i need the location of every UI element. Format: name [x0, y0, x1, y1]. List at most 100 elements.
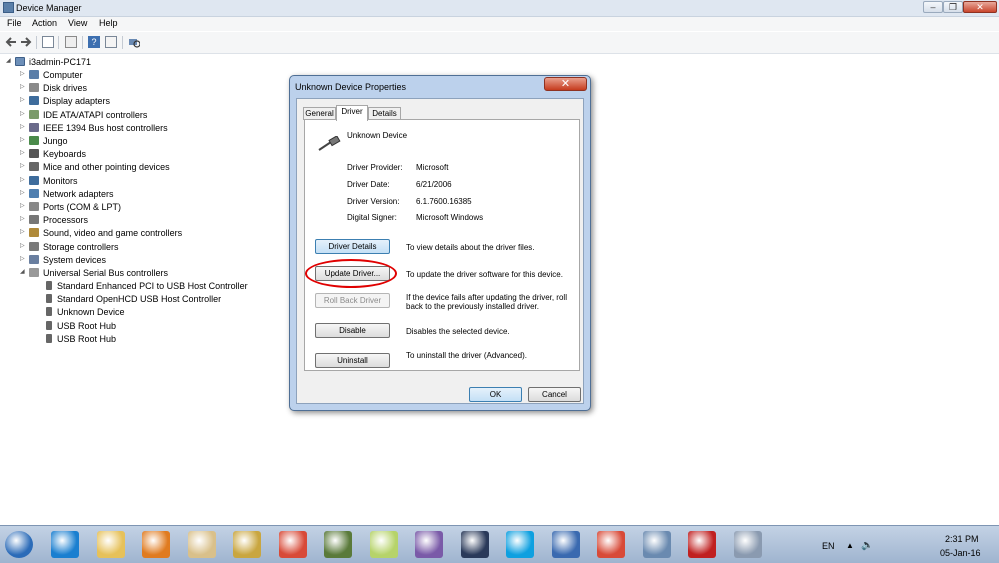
- back-arrow-icon[interactable]: [5, 36, 17, 48]
- menu-action[interactable]: Action: [32, 18, 57, 28]
- folder-icon[interactable]: [369, 531, 398, 558]
- expand-arrow-icon[interactable]: ▷: [20, 176, 28, 183]
- usb-device-icon: [46, 281, 52, 290]
- help-icon[interactable]: ?: [88, 36, 100, 48]
- usb-plug-icon: [318, 136, 341, 151]
- clock-time[interactable]: 2:31 PM: [945, 534, 979, 544]
- taskbar: EN ▲ 🔈 2:31 PM 05-Jan-16: [0, 525, 999, 563]
- roll-back-desc-line1: If the device fails after updating the d…: [406, 293, 567, 302]
- expand-arrow-icon[interactable]: ▷: [20, 202, 28, 209]
- menu-bar: File Action View Help: [0, 17, 999, 31]
- ok-button[interactable]: OK: [469, 387, 522, 402]
- console-tree-icon[interactable]: [42, 36, 54, 48]
- uninstall-desc: To uninstall the driver (Advanced).: [406, 351, 527, 360]
- usb-device-icon: [46, 294, 52, 304]
- expand-arrow-icon[interactable]: ▷: [20, 96, 28, 103]
- driver-date-label: Driver Date:: [347, 180, 390, 189]
- roll-back-driver-button[interactable]: Roll Back Driver: [315, 293, 390, 308]
- expand-arrow-icon[interactable]: ▷: [20, 162, 28, 169]
- usb-device-icon: [46, 333, 52, 343]
- menu-file[interactable]: File: [7, 18, 22, 28]
- control-panel-icon[interactable]: [642, 531, 671, 558]
- device-category-icon: [29, 268, 39, 277]
- tab-driver[interactable]: Driver: [336, 105, 368, 121]
- start-orb-icon[interactable]: [5, 531, 33, 558]
- camera-icon[interactable]: [460, 531, 489, 558]
- device-category-icon: [29, 96, 39, 106]
- toolbar: ?: [0, 32, 999, 54]
- expand-arrow-icon[interactable]: ▷: [20, 189, 28, 196]
- roll-back-desc-line2: back to the previously installed driver.: [406, 302, 539, 311]
- media-icon[interactable]: [415, 531, 443, 558]
- dialog-title: Unknown Device Properties: [295, 82, 407, 92]
- update-driver-desc: To update the driver software for this d…: [406, 270, 563, 279]
- volume-icon[interactable]: 🔈: [861, 540, 873, 551]
- device-manager-icon: [3, 2, 14, 13]
- toolbox-icon[interactable]: [688, 531, 716, 558]
- close-button[interactable]: ✕: [963, 1, 997, 13]
- expand-arrow-icon[interactable]: ▷: [20, 215, 28, 222]
- dialog-body: General Driver Details Unknown Device Dr…: [296, 98, 584, 404]
- digital-signer-label: Digital Signer:: [347, 213, 397, 222]
- properties-dialog: Unknown Device Properties ✕ General Driv…: [289, 75, 591, 411]
- internet-explorer-icon[interactable]: [51, 531, 79, 558]
- window-title: Device Manager: [16, 3, 82, 13]
- expand-arrow-icon[interactable]: ▷: [20, 255, 28, 262]
- forward-arrow-icon[interactable]: [20, 36, 32, 48]
- uninstall-button[interactable]: Uninstall: [315, 353, 390, 368]
- maximize-button[interactable]: ❐: [943, 1, 963, 13]
- cancel-button[interactable]: Cancel: [528, 387, 581, 402]
- device-category-icon: [29, 175, 39, 185]
- disable-button[interactable]: Disable: [315, 323, 390, 338]
- device-category-icon: [29, 136, 39, 145]
- driver-provider-label: Driver Provider:: [347, 163, 403, 172]
- properties-icon[interactable]: [65, 36, 77, 48]
- usb-device-icon: [46, 320, 52, 330]
- collapse-arrow-icon[interactable]: ◢: [20, 268, 28, 275]
- chrome-icon[interactable]: [597, 531, 625, 558]
- device-manager-icon[interactable]: [733, 531, 762, 558]
- driver-date-value: 6/21/2006: [416, 180, 452, 189]
- device-tree: ◢ i3admin-PC171 ▷ Computer ▷ Disk drives ▷ Di…: [6, 57, 248, 344]
- menu-view[interactable]: View: [68, 18, 87, 28]
- file-explorer-icon[interactable]: [96, 531, 125, 558]
- menu-help[interactable]: Help: [99, 18, 118, 28]
- device-category-icon: [29, 188, 39, 198]
- action-pane-icon[interactable]: [105, 36, 117, 48]
- expand-arrow-icon[interactable]: ▷: [20, 149, 28, 156]
- expand-arrow-icon[interactable]: ▷: [20, 242, 28, 249]
- dialog-close-button[interactable]: ✕: [544, 77, 587, 91]
- driver-panel: Unknown Device Driver Provider: Microsof…: [304, 119, 580, 371]
- usb-device-icon: [46, 307, 52, 317]
- device-category-icon: [29, 228, 39, 238]
- minimize-button[interactable]: –: [923, 1, 943, 13]
- expand-arrow-icon[interactable]: ▷: [20, 110, 28, 117]
- expand-arrow-icon[interactable]: ▷: [20, 136, 28, 143]
- device-category-icon: [29, 149, 39, 159]
- notepad-icon[interactable]: [233, 531, 261, 558]
- expand-arrow-icon[interactable]: ▷: [20, 123, 28, 130]
- driver-provider-value: Microsoft: [416, 163, 449, 172]
- clock-date[interactable]: 05-Jan-16: [940, 548, 981, 558]
- driver-details-button[interactable]: Driver Details: [315, 239, 390, 254]
- language-indicator[interactable]: EN: [822, 541, 835, 551]
- media-player-icon[interactable]: [142, 531, 170, 558]
- scan-hardware-icon[interactable]: [128, 36, 141, 48]
- thunderbird-icon[interactable]: [551, 531, 580, 558]
- device-category-icon: [29, 70, 39, 79]
- device-category-icon: [29, 162, 39, 172]
- expand-arrow-icon[interactable]: ▷: [20, 83, 28, 90]
- expand-arrow-icon[interactable]: ▷: [20, 228, 28, 235]
- paint-icon[interactable]: [187, 531, 216, 558]
- skype-icon[interactable]: [506, 531, 534, 558]
- chrome-icon[interactable]: [278, 531, 307, 558]
- disable-desc: Disables the selected device.: [406, 327, 510, 336]
- collapse-arrow-icon[interactable]: ◢: [6, 57, 14, 64]
- tools-icon[interactable]: [324, 531, 352, 558]
- driver-details-desc: To view details about the driver files.: [406, 243, 535, 252]
- expand-arrow-icon[interactable]: ▷: [20, 70, 28, 77]
- device-name: Unknown Device: [347, 131, 408, 140]
- driver-version-label: Driver Version:: [347, 197, 400, 206]
- device-category-icon: [29, 241, 39, 251]
- tray-arrow-icon[interactable]: ▲: [846, 541, 854, 550]
